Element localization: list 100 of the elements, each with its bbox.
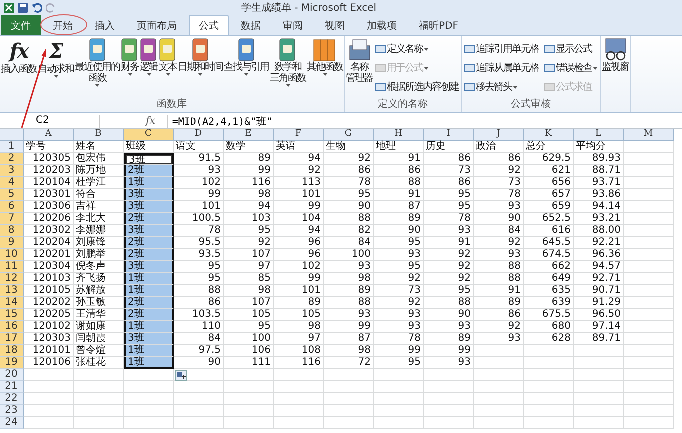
row-header[interactable]: 12	[0, 273, 24, 285]
table-cell	[624, 333, 674, 345]
ribbon-tab[interactable]: 视图	[315, 15, 355, 35]
table-cell: 生物	[324, 141, 374, 153]
ribbon-command[interactable]: 根据所选内容创建	[374, 78, 460, 96]
table-cell: 120303	[24, 333, 74, 345]
table-cell	[624, 381, 674, 393]
table-cell: 616	[524, 225, 574, 237]
row-header[interactable]: 4	[0, 177, 24, 189]
save-icon[interactable]	[18, 2, 28, 12]
column-header[interactable]: B	[74, 129, 124, 141]
row-header[interactable]: 18	[0, 345, 24, 357]
ribbon-tab[interactable]: 文件	[1, 15, 41, 35]
row-header[interactable]: 8	[0, 225, 24, 237]
formula-field[interactable]: =MID(A2,4,1)&"班"	[167, 114, 682, 128]
ribbon-command[interactable]: 追踪从属单元格	[463, 59, 540, 77]
ribbon-button[interactable]: 财务	[121, 38, 139, 99]
column-header[interactable]: A	[24, 129, 74, 141]
ribbon-button[interactable]: 监视窗	[602, 38, 629, 99]
table-cell: 92.71	[574, 273, 624, 285]
table-cell: 98	[224, 285, 274, 297]
table-cell	[224, 405, 274, 417]
table-cell: 674.5	[524, 249, 574, 261]
column-header[interactable]: F	[274, 129, 324, 141]
row-header[interactable]: 17	[0, 333, 24, 345]
table-cell: 116	[274, 357, 324, 369]
excel-icon[interactable]	[4, 2, 14, 12]
ribbon-tab[interactable]: 福昕PDF	[409, 15, 468, 35]
ribbon-tab[interactable]: 页面布局	[127, 15, 187, 35]
ribbon-tab[interactable]: 审阅	[273, 15, 313, 35]
ribbon-command[interactable]: 显示公式	[543, 40, 599, 58]
row-header[interactable]: 21	[0, 381, 24, 393]
column-header[interactable]: I	[424, 129, 474, 141]
ribbon-tab[interactable]: 加载项	[357, 15, 407, 35]
column-header[interactable]: K	[524, 129, 574, 141]
row-header[interactable]: 7	[0, 213, 24, 225]
table-cell: 2班	[124, 213, 174, 225]
table-cell: 98	[224, 189, 274, 201]
table-cell: 平均分	[574, 141, 624, 153]
ribbon-button[interactable]: 名称 管理器	[346, 38, 373, 99]
table-cell: 李娜娜	[74, 225, 124, 237]
column-header[interactable]: G	[324, 129, 374, 141]
insert-function-button[interactable]: fx	[106, 116, 162, 126]
command-icon	[375, 44, 386, 54]
row-header[interactable]: 9	[0, 237, 24, 249]
row-header[interactable]: 19	[0, 357, 24, 369]
ribbon-command[interactable]: 追踪引用单元格	[463, 40, 540, 58]
table-cell: 100	[224, 333, 274, 345]
row-header[interactable]: 3	[0, 165, 24, 177]
table-cell	[574, 345, 624, 357]
ribbon-command[interactable]: 定义名称	[374, 40, 460, 58]
table-cell: 662	[524, 261, 574, 273]
ribbon-tab[interactable]: 数据	[231, 15, 271, 35]
row-header[interactable]: 14	[0, 297, 24, 309]
ribbon-tab[interactable]: 插入	[85, 15, 125, 35]
row-header[interactable]: 24	[0, 417, 24, 429]
row-header[interactable]: 5	[0, 189, 24, 201]
table-cell	[174, 381, 224, 393]
table-cell: 649	[524, 273, 574, 285]
table-cell: 103.5	[174, 309, 224, 321]
ribbon-command[interactable]: 错误检查	[543, 59, 599, 77]
ribbon-command[interactable]: 移去箭头	[463, 78, 540, 96]
row-header[interactable]: 6	[0, 201, 24, 213]
column-header[interactable]: H	[374, 129, 424, 141]
ribbon-tab[interactable]: 开始	[43, 15, 83, 35]
column-header[interactable]: L	[574, 129, 624, 141]
table-cell: 93	[424, 321, 474, 333]
ribbon-button[interactable]: 查找与引用	[224, 38, 269, 99]
paste-options-icon[interactable]	[175, 370, 187, 381]
ribbon-button[interactable]: 日期和时间	[178, 38, 223, 99]
table-cell: 88	[474, 261, 524, 273]
row-header[interactable]: 10	[0, 249, 24, 261]
row-header[interactable]: 20	[0, 369, 24, 381]
table-cell: 94.14	[574, 201, 624, 213]
ribbon-button[interactable]: 逻辑	[140, 38, 158, 99]
undo-icon[interactable]	[32, 2, 42, 12]
ribbon-tab[interactable]: 公式	[189, 15, 229, 35]
ribbon-button[interactable]: 数学和 三角函数	[270, 38, 306, 99]
column-header[interactable]: C	[124, 129, 174, 141]
ribbon-button[interactable]: 最近使用的 函数	[75, 38, 120, 99]
table-cell: 90.71	[574, 285, 624, 297]
ribbon-button[interactable]: fx 插入函数	[1, 38, 37, 99]
table-cell	[424, 369, 474, 381]
ribbon-button[interactable]: 文本	[159, 38, 177, 99]
table-cell: 86	[324, 165, 374, 177]
column-header[interactable]: E	[224, 129, 274, 141]
row-header[interactable]: 13	[0, 285, 24, 297]
row-header[interactable]: 1	[0, 141, 24, 153]
row-header[interactable]: 16	[0, 321, 24, 333]
column-header[interactable]: M	[624, 129, 674, 141]
table-cell: 93	[374, 249, 424, 261]
table-cell: 106	[224, 345, 274, 357]
row-header[interactable]: 11	[0, 261, 24, 273]
row-header[interactable]: 2	[0, 153, 24, 165]
column-header[interactable]: J	[474, 129, 524, 141]
row-header[interactable]: 22	[0, 393, 24, 405]
column-header[interactable]: D	[174, 129, 224, 141]
row-header[interactable]: 23	[0, 405, 24, 417]
ribbon-button[interactable]: 其他函数	[307, 38, 343, 99]
row-header[interactable]: 15	[0, 309, 24, 321]
